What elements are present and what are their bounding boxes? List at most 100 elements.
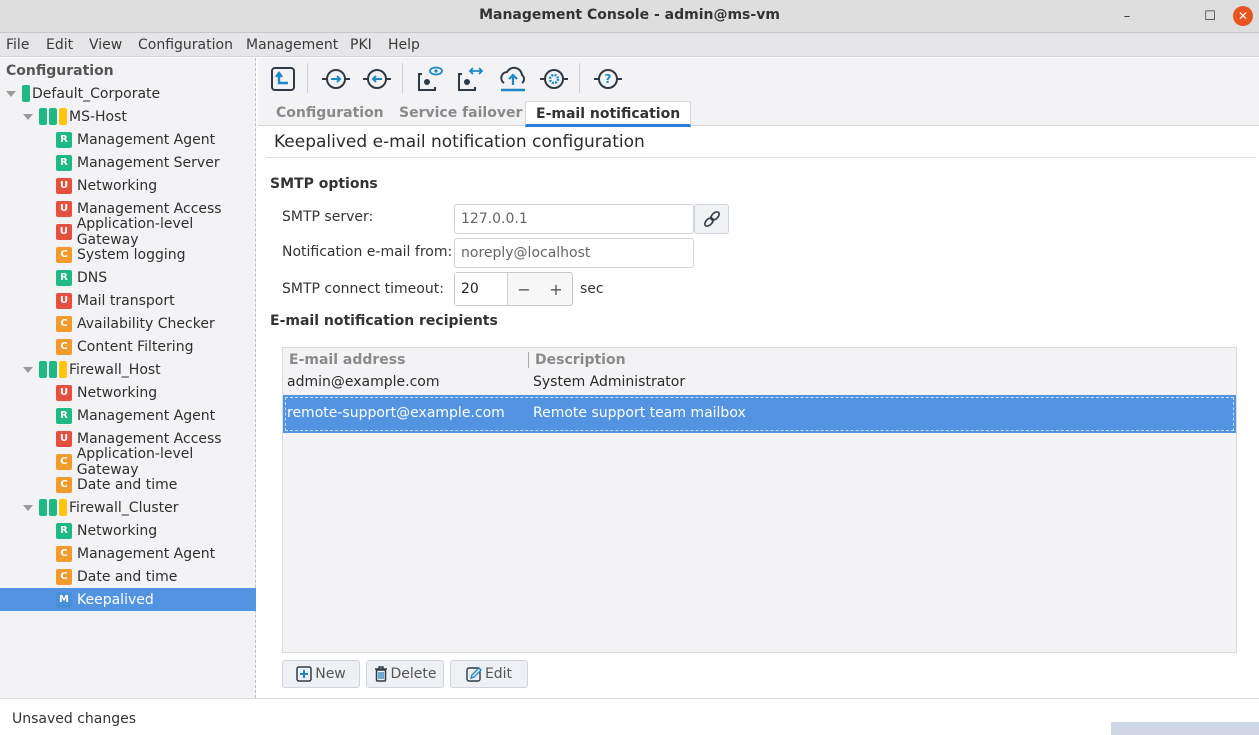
menu-configuration[interactable]: Configuration — [138, 37, 233, 53]
table-row[interactable]: admin@example.com System Administrator — [283, 374, 1236, 396]
close-button[interactable]: ✕ — [1233, 6, 1253, 26]
notification-from-label: Notification e-mail from: — [282, 244, 453, 260]
menu-help[interactable]: Help — [388, 37, 420, 53]
column-header-description[interactable]: Description — [535, 352, 626, 368]
expand-arrow-icon[interactable] — [23, 366, 33, 373]
connect-out-icon[interactable] — [362, 65, 392, 93]
status-badge: M — [56, 591, 72, 608]
status-bar-icon — [49, 108, 57, 125]
delete-button[interactable]: Delete — [366, 660, 444, 688]
expand-arrow-icon[interactable] — [23, 504, 33, 511]
expand-arrow-icon[interactable] — [23, 113, 33, 120]
tree-node-label: MS-Host — [69, 108, 127, 125]
tree-node-item[interactable]: M Keepalived — [0, 588, 256, 611]
settings-icon[interactable] — [539, 65, 569, 93]
view-config-icon[interactable] — [415, 65, 445, 93]
tree-node-item[interactable]: C Date and time — [0, 473, 256, 496]
tree-node-item[interactable]: R Management Agent — [0, 128, 256, 151]
tree-node-host[interactable]: Firewall_Host — [0, 358, 256, 381]
plus-box-icon — [296, 666, 312, 682]
tree-node-label: Networking — [77, 384, 158, 401]
tree-node-item[interactable]: U Networking — [0, 174, 256, 197]
status-progress — [1111, 722, 1259, 735]
toolbar-separator — [307, 63, 308, 93]
tree-node-label: Management Agent — [77, 131, 216, 148]
maximize-button[interactable]: ☐ — [1200, 6, 1220, 26]
tree-node-item[interactable]: R Management Server — [0, 151, 256, 174]
status-bar-icon — [59, 108, 67, 125]
tab-email-notification[interactable]: E-mail notification — [525, 101, 692, 127]
decrement-button[interactable]: − — [508, 273, 540, 305]
status-bar-icon — [39, 499, 47, 516]
tree-node-item[interactable]: C Management Agent — [0, 542, 256, 565]
edit-button[interactable]: Edit — [450, 660, 528, 688]
tree-node-item[interactable]: R Management Agent — [0, 404, 256, 427]
tree-node-label: Content Filtering — [77, 338, 194, 355]
tree-node-label: Management Access — [77, 200, 222, 217]
minimize-button[interactable]: – — [1117, 6, 1137, 26]
menu-pki[interactable]: PKI — [350, 37, 372, 53]
tree-node-item[interactable]: U Mail transport — [0, 289, 256, 312]
tree-node-item[interactable]: R DNS — [0, 266, 256, 289]
tree-node-item[interactable]: C System logging — [0, 243, 256, 266]
tree-node-item[interactable]: U Application-level Gateway — [0, 216, 256, 248]
menu-view[interactable]: View — [89, 37, 122, 53]
tree-node-label: Default_Corporate — [32, 85, 161, 102]
notification-from-input[interactable]: noreply@localhost — [454, 238, 694, 268]
tree-node-label: Networking — [77, 177, 158, 194]
status-badge: C — [56, 338, 72, 355]
smtp-link-button[interactable] — [694, 204, 729, 234]
tree-node-host[interactable]: MS-Host — [0, 105, 256, 128]
tree-node-root[interactable]: Default_Corporate — [0, 82, 256, 105]
help-icon[interactable]: ? — [593, 65, 623, 93]
smtp-timeout-label: SMTP connect timeout: — [282, 281, 444, 297]
email-cell: admin@example.com — [287, 374, 440, 390]
edit-button-label: Edit — [484, 666, 513, 682]
tree-node-label: Availability Checker — [77, 315, 215, 332]
connect-in-icon[interactable] — [321, 65, 351, 93]
smtp-server-input[interactable]: 127.0.0.1 — [454, 204, 694, 234]
tree-node-item[interactable]: C Availability Checker — [0, 312, 256, 335]
tree-node-label: Networking — [77, 522, 158, 539]
cloud-upload-icon[interactable] — [498, 65, 528, 93]
tab-service-failover[interactable]: Service failover — [399, 105, 522, 121]
tree-node-item[interactable]: C Content Filtering — [0, 335, 256, 358]
upload-config-icon[interactable] — [268, 65, 298, 93]
status-badge: C — [56, 315, 72, 332]
table-row-selected[interactable]: remote-support@example.com Remote suppor… — [283, 395, 1236, 433]
status-badge: C — [56, 246, 72, 263]
menu-edit[interactable]: Edit — [46, 37, 73, 53]
delete-button-label: Delete — [390, 666, 437, 682]
status-badge: R — [56, 269, 72, 286]
tree-node-label: DNS — [77, 269, 108, 286]
status-badge: C — [56, 476, 72, 493]
tree-node-item[interactable]: U Networking — [0, 381, 256, 404]
column-separator[interactable] — [528, 352, 529, 368]
divider — [266, 157, 1256, 158]
menu-file[interactable]: File — [6, 37, 29, 53]
menu-management[interactable]: Management — [246, 37, 338, 53]
status-badge: R — [56, 522, 72, 539]
tree-node-item[interactable]: C Date and time — [0, 565, 256, 588]
tree-node-item[interactable]: C Application-level Gateway — [0, 446, 256, 478]
expand-arrow-icon[interactable] — [6, 90, 16, 97]
tree-node-item[interactable]: R Networking — [0, 519, 256, 542]
status-badge: R — [56, 407, 72, 424]
smtp-options-heading: SMTP options — [270, 176, 378, 192]
compare-config-icon[interactable] — [455, 65, 485, 93]
tree-node-label: Management Agent — [77, 407, 216, 424]
increment-button[interactable]: + — [540, 273, 572, 305]
status-bar-icon — [39, 361, 47, 378]
tree-node-label: Date and time — [77, 568, 178, 585]
tree-node-label: Management Server — [77, 154, 220, 171]
smtp-timeout-input[interactable]: 20 — [455, 273, 508, 305]
status-badge: U — [56, 223, 72, 240]
tab-configuration[interactable]: Configuration — [276, 105, 384, 121]
tree-node-label: Keepalived — [77, 591, 154, 608]
tree-node-host[interactable]: Firewall_Cluster — [0, 496, 256, 519]
recipients-heading: E-mail notification recipients — [270, 313, 498, 329]
new-button[interactable]: New — [282, 660, 360, 688]
tree-node-label: Firewall_Host — [69, 361, 161, 378]
status-badge: U — [56, 177, 72, 194]
column-header-email[interactable]: E-mail address — [289, 352, 405, 368]
